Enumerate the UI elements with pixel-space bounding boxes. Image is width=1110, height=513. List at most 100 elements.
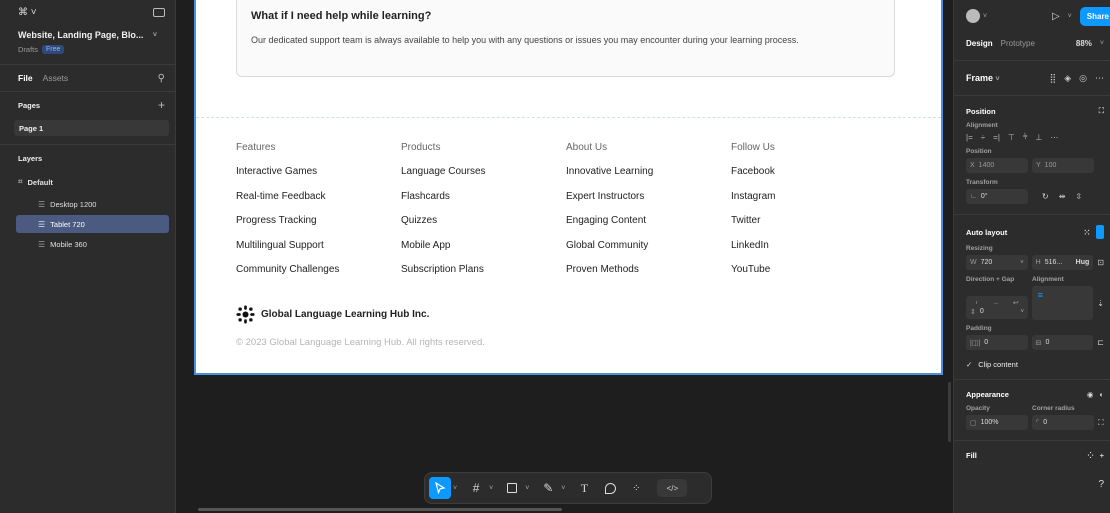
- footer-link[interactable]: Facebook: [731, 166, 896, 191]
- footer-link[interactable]: Real-time Feedback: [236, 191, 401, 216]
- flip-horizontal-icon[interactable]: ⇹: [1059, 192, 1066, 201]
- file-name[interactable]: Website, Landing Page, Blo...: [18, 30, 143, 40]
- chevron-down-icon[interactable]: ˅: [153, 32, 157, 39]
- more-icon[interactable]: ⋯: [1050, 133, 1058, 142]
- zoom-level[interactable]: 88%: [1076, 39, 1092, 48]
- y-field[interactable]: Y 100: [1032, 158, 1094, 173]
- chevron-down-icon[interactable]: ˅: [983, 13, 987, 20]
- align-center-h-icon[interactable]: ÷: [981, 133, 985, 142]
- align-bottom-icon[interactable]: ⊥: [1035, 133, 1042, 142]
- padding-settings-icon[interactable]: ⊏: [1097, 338, 1104, 347]
- auto-layout-toggle-icon[interactable]: [1096, 225, 1104, 239]
- dev-mode-toggle[interactable]: </>: [657, 479, 688, 497]
- layer-mobile[interactable]: ☰ Mobile 360: [0, 233, 175, 255]
- rotation-field[interactable]: ∟ 0°: [966, 189, 1028, 204]
- align-right-icon[interactable]: =|: [993, 133, 1000, 142]
- alignment-grid[interactable]: ≡: [1031, 286, 1094, 320]
- footer-link[interactable]: Instagram: [731, 191, 896, 216]
- drafts-label[interactable]: Drafts: [18, 45, 38, 54]
- footer-link[interactable]: Mobile App: [401, 240, 566, 265]
- auto-layout-grid-icon[interactable]: ⁙: [1084, 228, 1090, 237]
- more-icon[interactable]: ⋯: [1095, 73, 1104, 84]
- vertical-scrollbar[interactable]: [948, 382, 951, 442]
- styles-icon[interactable]: ⁘: [1087, 451, 1093, 460]
- chevron-down-icon[interactable]: ˅: [996, 76, 1000, 83]
- footer-link[interactable]: Interactive Games: [236, 166, 401, 191]
- opacity-field[interactable]: ▢ 100%: [966, 415, 1028, 430]
- align-settings-icon[interactable]: ⇣: [1097, 299, 1104, 308]
- radius-field[interactable]: ⌜ 0: [1032, 415, 1094, 430]
- frame-tool-button[interactable]: #: [465, 477, 487, 499]
- padding-v-field[interactable]: ⊟ 0: [1031, 335, 1094, 350]
- clip-content-row[interactable]: ✓ Clip content: [954, 350, 1110, 369]
- footer-link[interactable]: LinkedIn: [731, 240, 896, 265]
- resize-icon[interactable]: ⊡: [1097, 258, 1104, 267]
- footer-link[interactable]: Community Challenges: [236, 264, 401, 289]
- help-icon[interactable]: ?: [1098, 479, 1104, 490]
- align-top-icon[interactable]: ⊤: [1008, 133, 1015, 142]
- flip-vertical-icon[interactable]: ⇳: [1075, 192, 1082, 201]
- toggle-sidebar-icon[interactable]: [153, 7, 165, 17]
- figma-menu-icon[interactable]: ⌘ ˅: [18, 7, 37, 18]
- chevron-down-icon[interactable]: ˅: [1068, 13, 1072, 20]
- horizontal-scrollbar[interactable]: [198, 508, 562, 511]
- frame-selector[interactable]: Frame ˅ ⣿ ◈ ◎ ⋯: [954, 61, 1110, 95]
- footer-link[interactable]: Subscription Plans: [401, 264, 566, 289]
- chevron-down-icon[interactable]: ˅: [1020, 309, 1024, 315]
- avatar[interactable]: [966, 9, 980, 23]
- footer-link[interactable]: Multilingual Support: [236, 240, 401, 265]
- chevron-down-icon[interactable]: ˅: [453, 485, 457, 492]
- shape-tool-button[interactable]: [501, 477, 523, 499]
- footer-link[interactable]: Twitter: [731, 215, 896, 240]
- tab-file[interactable]: File: [18, 73, 33, 83]
- add-fill-icon[interactable]: +: [1100, 451, 1104, 460]
- add-page-icon[interactable]: +: [158, 98, 165, 112]
- faq-card[interactable]: What if I need help while learning? Our …: [236, 0, 895, 77]
- file-name-row[interactable]: Website, Landing Page, Blo... ˅: [18, 30, 157, 40]
- move-tool-button[interactable]: [429, 477, 451, 499]
- rotate-90-icon[interactable]: ↻: [1042, 192, 1049, 201]
- layer-default[interactable]: ⌗ Default: [0, 171, 175, 193]
- footer-link[interactable]: Innovative Learning: [566, 166, 731, 191]
- play-icon[interactable]: ▷: [1052, 11, 1060, 22]
- canvas[interactable]: What if I need help while learning? Our …: [176, 0, 953, 513]
- pen-tool-button[interactable]: ✎: [537, 477, 559, 499]
- layer-tablet-selected[interactable]: ☰ Tablet 720: [16, 215, 169, 233]
- chevron-down-icon[interactable]: ˅: [489, 485, 493, 492]
- tab-assets[interactable]: Assets: [43, 73, 69, 83]
- footer-link[interactable]: Flashcards: [401, 191, 566, 216]
- tab-design[interactable]: Design: [966, 39, 993, 48]
- height-mode[interactable]: Hug: [1076, 259, 1090, 266]
- mask-icon[interactable]: ◎: [1079, 73, 1087, 84]
- checkmark-icon[interactable]: ✓: [966, 360, 972, 369]
- gap-field[interactable]: ⇕ 0 ˅: [966, 304, 1028, 319]
- component-icon[interactable]: ◈: [1064, 73, 1071, 84]
- chevron-down-icon[interactable]: ˅: [525, 485, 529, 492]
- constraints-icon[interactable]: ⛶: [1099, 106, 1104, 116]
- footer-link[interactable]: Language Courses: [401, 166, 566, 191]
- align-center-v-icon[interactable]: ⫩: [1023, 132, 1028, 142]
- chevron-down-icon[interactable]: ˅: [561, 485, 565, 492]
- x-field[interactable]: X 1400: [966, 158, 1028, 173]
- chevron-down-icon[interactable]: ˅: [1100, 40, 1104, 47]
- padding-h-field[interactable]: |◫| 0: [966, 335, 1028, 350]
- footer-link[interactable]: Proven Methods: [566, 264, 731, 289]
- footer-link[interactable]: Global Community: [566, 240, 731, 265]
- text-tool-button[interactable]: T: [573, 477, 595, 499]
- align-left-icon[interactable]: |=: [966, 133, 973, 142]
- footer-link[interactable]: YouTube: [731, 264, 896, 289]
- page-item[interactable]: Page 1: [14, 120, 169, 136]
- height-field[interactable]: H 516... Hug: [1031, 255, 1094, 270]
- comment-tool-button[interactable]: [599, 477, 621, 499]
- tablet-frame[interactable]: What if I need help while learning? Our …: [194, 0, 943, 375]
- independent-corners-icon[interactable]: ⛶: [1098, 418, 1104, 428]
- search-icon[interactable]: ⚲: [158, 73, 165, 84]
- footer-link[interactable]: Expert Instructors: [566, 191, 731, 216]
- layer-desktop[interactable]: ☰ Desktop 1200: [0, 193, 175, 215]
- footer-link[interactable]: Engaging Content: [566, 215, 731, 240]
- eye-icon[interactable]: ◉: [1087, 390, 1094, 399]
- footer-link[interactable]: Progress Tracking: [236, 215, 401, 240]
- chevron-down-icon[interactable]: ˅: [1020, 260, 1024, 266]
- footer-link[interactable]: Quizzes: [401, 215, 566, 240]
- tab-prototype[interactable]: Prototype: [1001, 39, 1035, 48]
